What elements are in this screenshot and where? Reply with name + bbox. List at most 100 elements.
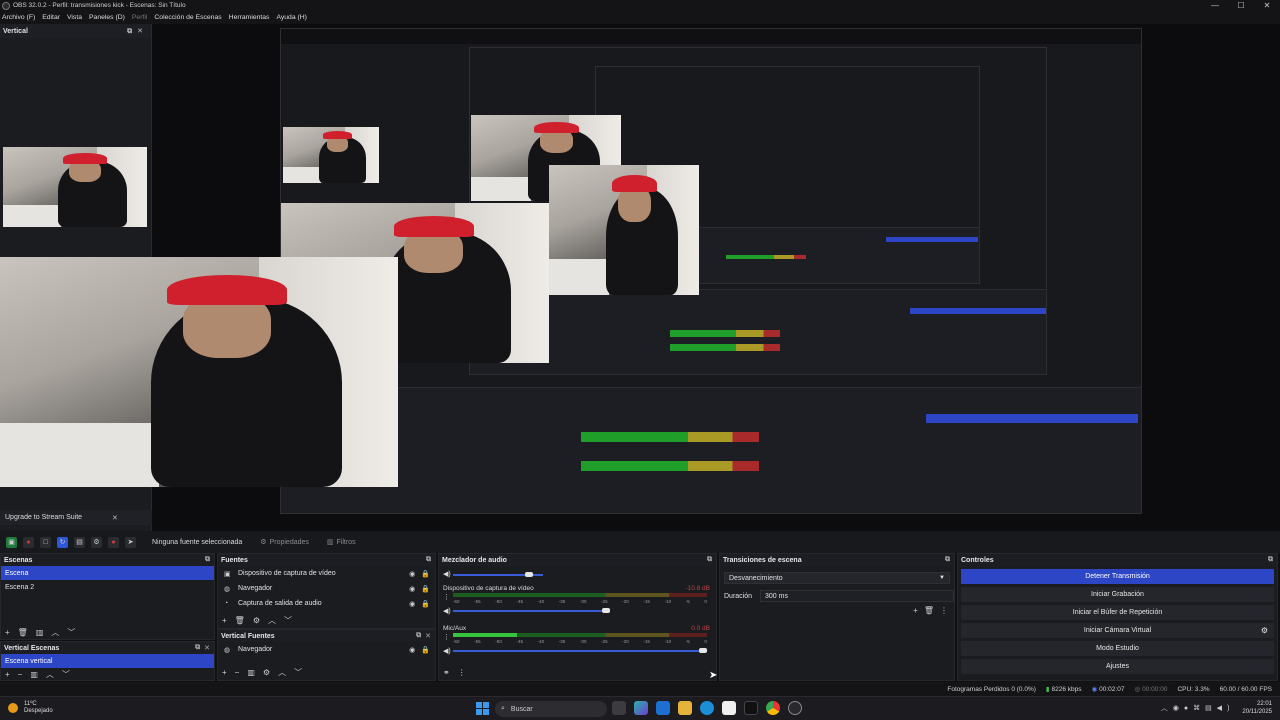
tray-icons[interactable]: ︿◉●⌘▤◀) xyxy=(1161,703,1235,713)
menu-ayuda[interactable]: Ayuda (H) xyxy=(276,14,306,21)
scene-item[interactable]: Escena xyxy=(1,566,214,580)
stop-streaming-button[interactable]: Detener Transmisión xyxy=(961,569,1274,584)
filter-icon[interactable]: ▥ xyxy=(247,668,255,677)
dock-float-close-icon[interactable]: ⧉✕ xyxy=(127,27,148,36)
dock-menu-icon[interactable]: ⧉ xyxy=(205,556,210,564)
start-recording-button[interactable]: Iniciar Grabación xyxy=(961,587,1274,602)
windows-start-icon[interactable] xyxy=(476,702,489,715)
trash-icon[interactable]: 🗑 xyxy=(18,628,28,637)
chevron-down-icon[interactable]: ﹀ xyxy=(294,667,302,678)
eye-icon[interactable]: ◉ xyxy=(409,570,415,578)
menu-vista[interactable]: Vista xyxy=(67,14,82,21)
close-button[interactable]: ✕ xyxy=(1254,0,1280,11)
dock-float-icon[interactable]: ⧉ xyxy=(195,644,200,652)
chevron-down-icon[interactable]: ﹀ xyxy=(284,615,292,626)
menu-coleccion-escenas[interactable]: Colección de Escenas xyxy=(154,14,221,21)
speaker-icon[interactable]: ◀) xyxy=(443,607,451,615)
square-icon[interactable]: □ xyxy=(40,536,51,548)
transition-select[interactable]: Desvanecimiento ▼ xyxy=(724,572,950,584)
filters-tab[interactable]: ▥ Filtros xyxy=(327,538,356,547)
more-icon[interactable]: ⋮ xyxy=(443,593,450,601)
chrome-icon[interactable] xyxy=(766,701,780,715)
menu-perfil[interactable]: Perfil xyxy=(132,14,148,21)
minimize-button[interactable]: — xyxy=(1202,0,1228,11)
chevron-up-icon[interactable]: ︿ xyxy=(278,667,286,678)
upgrade-banner[interactable]: Upgrade to Stream Suite ✕ xyxy=(0,510,152,525)
obs-taskbar-icon[interactable] xyxy=(788,701,802,715)
task-view-icon[interactable] xyxy=(612,701,626,715)
record-icon[interactable]: ● xyxy=(23,536,34,548)
remove-icon[interactable]: − xyxy=(235,668,240,677)
chevron-up-icon[interactable]: ︿ xyxy=(51,627,59,638)
chevron-up-icon[interactable]: ︿ xyxy=(268,615,276,626)
chevron-down-icon[interactable]: ﹀ xyxy=(62,669,70,680)
more-icon[interactable]: ⋮ xyxy=(443,633,450,641)
copilot-icon[interactable] xyxy=(634,701,648,715)
volume-slider[interactable] xyxy=(453,650,707,652)
add-icon[interactable]: + xyxy=(5,628,10,637)
link-icon[interactable]: ⚭ xyxy=(443,668,450,677)
dock-menu-icon[interactable]: ⧉ xyxy=(426,556,431,564)
rotate-icon[interactable]: ↻ xyxy=(57,536,68,548)
trash-icon[interactable]: 🗑 xyxy=(924,606,934,615)
settings-button[interactable]: Ajustes xyxy=(961,659,1274,674)
eye-icon[interactable]: ◉ xyxy=(409,646,415,654)
properties-tab[interactable]: ⚙ Propiedades xyxy=(260,538,309,547)
outlook-icon[interactable] xyxy=(656,701,670,715)
eye-icon[interactable]: ◉ xyxy=(409,585,415,593)
clock[interactable]: 22:01 20/11/2025 xyxy=(1242,700,1272,716)
dock-menu-icon[interactable]: ⧉ xyxy=(707,556,712,564)
edge-icon[interactable] xyxy=(700,701,714,715)
add-icon[interactable]: + xyxy=(913,606,918,615)
lock-icon[interactable]: 🔒 xyxy=(421,646,430,654)
menu-herramientas[interactable]: Herramientas xyxy=(229,14,270,21)
eye-icon[interactable]: ◉ xyxy=(409,600,415,608)
dock-float-icon[interactable]: ⧉ xyxy=(416,632,421,640)
upgrade-label[interactable]: Upgrade to Stream Suite xyxy=(5,514,82,521)
more-icon[interactable]: ⋮ xyxy=(940,606,948,615)
maximize-button[interactable]: ☐ xyxy=(1228,0,1254,11)
start-replay-buffer-button[interactable]: Iniciar el Búfer de Repetición xyxy=(961,605,1274,620)
lock-icon[interactable]: 🔒 xyxy=(421,585,430,593)
studio-icon[interactable]: ▣ xyxy=(6,536,17,548)
source-item[interactable]: ▣ Dispositivo de captura de vídeo ◉ 🔒 xyxy=(218,566,435,581)
remove-icon[interactable]: − xyxy=(18,670,23,679)
store-icon[interactable] xyxy=(722,701,736,715)
settings-icon[interactable]: ⚙ xyxy=(91,536,102,548)
live-icon[interactable]: ● xyxy=(108,536,119,548)
capture-icon[interactable]: ▤ xyxy=(74,536,85,548)
lock-icon[interactable]: 🔒 xyxy=(421,570,430,578)
filter-icon[interactable]: ▥ xyxy=(36,628,44,637)
volume-slider[interactable] xyxy=(453,610,611,612)
gear-icon[interactable]: ⚙ xyxy=(263,668,270,677)
menu-paneles[interactable]: Paneles (D) xyxy=(89,14,125,21)
menu-archivo[interactable]: Archivo (F) xyxy=(2,14,35,21)
chevron-up-icon[interactable]: ︿ xyxy=(46,669,54,680)
chevron-down-icon[interactable]: ﹀ xyxy=(67,627,75,638)
trash-icon[interactable]: 🗑 xyxy=(235,616,245,625)
taskbar-search[interactable]: ⌕ Buscar xyxy=(495,701,607,717)
tiktok-icon[interactable] xyxy=(744,701,758,715)
add-icon[interactable]: + xyxy=(5,670,10,679)
lock-icon[interactable]: 🔒 xyxy=(421,600,430,608)
gear-icon[interactable]: ⚙ xyxy=(1261,626,1268,635)
volume-knob[interactable] xyxy=(525,572,533,577)
menu-editar[interactable]: Editar xyxy=(42,14,60,21)
vertical-source-item[interactable]: ◍ Navegador ◉ 🔒 xyxy=(218,642,435,657)
gear-icon[interactable]: ⚙ xyxy=(253,616,260,625)
weather-widget[interactable]: 11ºC Despejado xyxy=(8,701,53,715)
speaker-icon[interactable]: ◀) xyxy=(443,570,451,578)
scene-item[interactable]: Escena 2 xyxy=(1,580,214,594)
close-icon[interactable]: ✕ xyxy=(112,514,118,522)
volume-knob[interactable] xyxy=(699,648,707,653)
arrow-icon[interactable]: ➤ xyxy=(125,536,136,548)
vertical-scene-item[interactable]: Escena vertical xyxy=(1,654,214,668)
add-icon[interactable]: + xyxy=(222,668,227,677)
close-icon[interactable]: ✕ xyxy=(425,632,431,640)
filter-icon[interactable]: ▥ xyxy=(30,670,38,679)
source-item[interactable]: ◔ Captura de salida de audio ◉ 🔒 xyxy=(218,596,435,611)
duration-input[interactable]: 300 ms xyxy=(760,590,954,602)
more-icon[interactable]: ⋮ xyxy=(458,668,466,677)
close-icon[interactable]: ✕ xyxy=(204,644,210,652)
main-camera-feed[interactable] xyxy=(0,257,398,487)
